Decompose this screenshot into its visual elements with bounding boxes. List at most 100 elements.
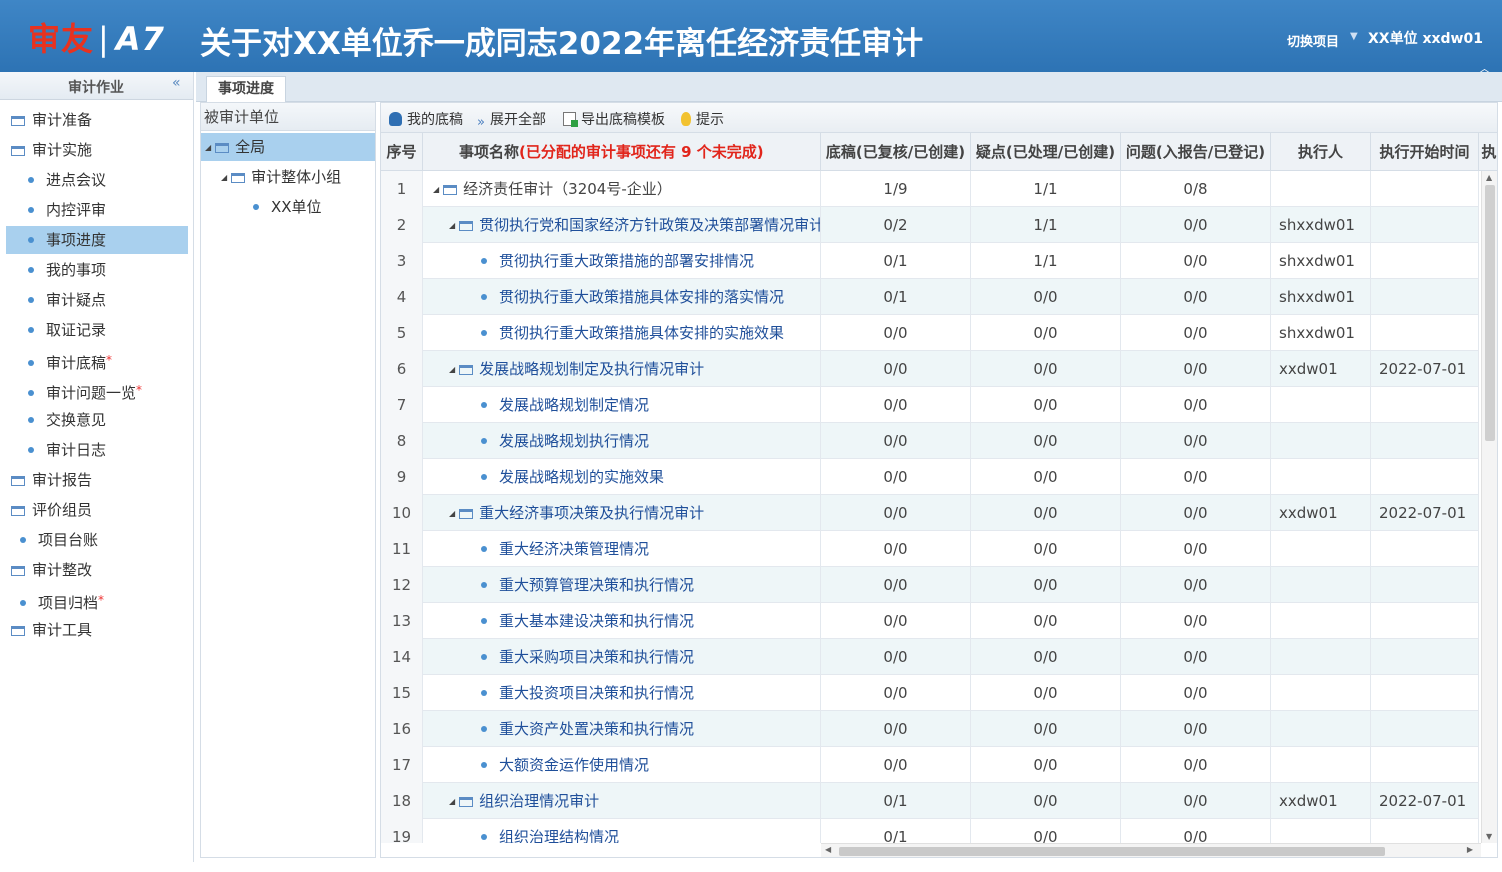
hint-button[interactable]: 提示	[681, 109, 724, 129]
drafts-count: 0/1	[821, 243, 971, 279]
executor-cell	[1271, 531, 1371, 567]
table-row[interactable]: 9 发展战略规划的实施效果 0/0 0/0 0/0	[381, 459, 1479, 495]
nav-item[interactable]: 评价组员	[6, 496, 188, 524]
expand-triangle-icon[interactable]: ◢	[433, 185, 439, 194]
item-name-link[interactable]: 贯彻执行重大政策措施具体安排的落实情况	[499, 288, 784, 306]
tree-node-all[interactable]: ◢ 全局	[201, 133, 375, 161]
col-header-executor[interactable]: 执行人	[1271, 133, 1371, 171]
nav-item[interactable]: 审计准备	[6, 106, 188, 134]
item-name-link[interactable]: 发展战略规划的实施效果	[499, 468, 664, 486]
col-header-name[interactable]: 事项名称(已分配的审计事项还有 9 个未完成)	[423, 133, 821, 171]
tree-node-audit-group[interactable]: ◢ 审计整体小组	[221, 163, 341, 191]
horizontal-scrollbar[interactable]: ◀ ▶	[821, 843, 1481, 857]
nav-item[interactable]: 审计疑点	[6, 286, 188, 314]
nav-item[interactable]: 进点会议	[6, 166, 188, 194]
item-name-link[interactable]: 贯彻执行重大政策措施具体安排的实施效果	[499, 324, 784, 342]
nav-item[interactable]: 我的事项	[6, 256, 188, 284]
expand-triangle-icon[interactable]: ◢	[205, 143, 211, 152]
table-row[interactable]: 3 贯彻执行重大政策措施的部署安排情况 0/1 1/1 0/0 shxxdw01	[381, 243, 1479, 279]
expand-triangle-icon[interactable]: ◢	[449, 365, 455, 374]
col-header-drafts[interactable]: 底稿(已复核/已创建)	[821, 133, 971, 171]
item-name-link[interactable]: 重大经济事项决策及执行情况审计	[479, 504, 704, 522]
scroll-thumb[interactable]	[839, 847, 1385, 856]
scroll-up-icon[interactable]: ▲	[1486, 173, 1492, 182]
item-name-link[interactable]: 重大预算管理决策和执行情况	[499, 576, 694, 594]
expand-triangle-icon[interactable]: ◢	[449, 797, 455, 806]
scroll-right-icon[interactable]: ▶	[1467, 845, 1473, 854]
item-name-link[interactable]: 重大经济决策管理情况	[499, 540, 649, 558]
tab-item-progress[interactable]: 事项进度	[206, 76, 286, 103]
item-name-link[interactable]: 组织治理结构情况	[499, 828, 619, 843]
item-name-link[interactable]: 发展战略规划制定情况	[499, 396, 649, 414]
table-row[interactable]: 1 ◢ 经济责任审计（3204号-企业） 1/9 1/1 0/8	[381, 171, 1479, 207]
col-header-extra[interactable]: 执	[1479, 133, 1497, 171]
current-user[interactable]: XX单位 xxdw01	[1368, 28, 1483, 48]
nav-item[interactable]: 审计实施	[6, 136, 188, 164]
table-row[interactable]: 18 ◢ 组织治理情况审计 0/1 0/0 0/0 xxdw01 2022-07-01	[381, 783, 1479, 819]
nav-item[interactable]: 取证记录	[6, 316, 188, 344]
item-name-cell: 贯彻执行重大政策措施具体安排的落实情况	[423, 279, 821, 315]
chevron-down-icon[interactable]: ▼	[1350, 31, 1358, 42]
item-name-link[interactable]: 贯彻执行党和国家经济方针政策及决策部署情况审计	[479, 216, 820, 234]
table-row[interactable]: 17 大额资金运作使用情况 0/0 0/0 0/0	[381, 747, 1479, 783]
item-name-link[interactable]: 大额资金运作使用情况	[499, 756, 649, 774]
table-row[interactable]: 12 重大预算管理决策和执行情况 0/0 0/0 0/0	[381, 567, 1479, 603]
item-name-link[interactable]: 贯彻执行重大政策措施的部署安排情况	[499, 252, 754, 270]
nav-item[interactable]: 审计工具	[6, 616, 188, 644]
table-row[interactable]: 11 重大经济决策管理情况 0/0 0/0 0/0	[381, 531, 1479, 567]
export-template-button[interactable]: 导出底稿模板	[563, 109, 665, 129]
nav-item[interactable]: 事项进度	[6, 226, 188, 254]
col-header-no[interactable]: 序号	[381, 133, 423, 171]
col-header-doubts[interactable]: 疑点(已处理/已创建)	[971, 133, 1121, 171]
nav-item[interactable]: 审计问题一览*	[6, 376, 188, 404]
table-row[interactable]: 14 重大采购项目决策和执行情况 0/0 0/0 0/0	[381, 639, 1479, 675]
table-row[interactable]: 16 重大资产处置决策和执行情况 0/0 0/0 0/0	[381, 711, 1479, 747]
table-row[interactable]: 15 重大投资项目决策和执行情况 0/0 0/0 0/0	[381, 675, 1479, 711]
hint-label: 提示	[696, 112, 724, 128]
scroll-down-icon[interactable]: ▼	[1486, 832, 1492, 841]
scroll-left-icon[interactable]: ◀	[825, 845, 831, 854]
expand-all-button[interactable]: » 展开全部	[477, 109, 546, 130]
item-name-link[interactable]: 重大基本建设决策和执行情况	[499, 612, 694, 630]
table-row[interactable]: 4 贯彻执行重大政策措施具体安排的落实情况 0/1 0/0 0/0 shxxdw01	[381, 279, 1479, 315]
nav-item[interactable]: 审计报告	[6, 466, 188, 494]
scroll-thumb[interactable]	[1485, 185, 1495, 441]
item-name-link[interactable]: 发展战略规划执行情况	[499, 432, 649, 450]
collapse-sidebar-icon[interactable]: «	[172, 75, 181, 91]
nav-item[interactable]: 交换意见	[6, 406, 188, 434]
drafts-count: 0/0	[821, 567, 971, 603]
nav-item[interactable]: 项目归档*	[6, 586, 188, 614]
item-name-link[interactable]: 重大资产处置决策和执行情况	[499, 720, 694, 738]
table-row[interactable]: 2 ◢ 贯彻执行党和国家经济方针政策及决策部署情况审计 0/2 1/1 0/0 shxxdw…	[381, 207, 1479, 243]
vertical-scrollbar[interactable]: ▲ ▼	[1481, 171, 1497, 843]
nav-item[interactable]: 审计整改	[6, 556, 188, 584]
table-row[interactable]: 19 组织治理结构情况 0/1 0/0 0/0	[381, 819, 1479, 843]
expand-triangle-icon[interactable]: ◢	[221, 173, 227, 182]
table-row[interactable]: 5 贯彻执行重大政策措施具体安排的实施效果 0/0 0/0 0/0 shxxdw01	[381, 315, 1479, 351]
nav-item[interactable]: 审计日志	[6, 436, 188, 464]
nav-item[interactable]: 内控评审	[6, 196, 188, 224]
table-row[interactable]: 6 ◢ 发展战略规划制定及执行情况审计 0/0 0/0 0/0 xxdw01 2022-07-…	[381, 351, 1479, 387]
nav-item[interactable]: 审计底稿*	[6, 346, 188, 374]
issues-count: 0/0	[1121, 243, 1271, 279]
executor-cell: xxdw01	[1271, 783, 1371, 819]
expand-triangle-icon[interactable]: ◢	[449, 509, 455, 518]
expand-triangle-icon[interactable]: ◢	[449, 221, 455, 230]
item-name-link[interactable]: 重大投资项目决策和执行情况	[499, 684, 694, 702]
switch-project-button[interactable]: 切换项目	[1287, 31, 1339, 50]
table-row[interactable]: 13 重大基本建设决策和执行情况 0/0 0/0 0/0	[381, 603, 1479, 639]
item-name-link[interactable]: 发展战略规划制定及执行情况审计	[479, 360, 704, 378]
table-row[interactable]: 7 发展战略规划制定情况 0/0 0/0 0/0	[381, 387, 1479, 423]
collapse-header-icon[interactable]: ︿	[1479, 60, 1490, 72]
my-drafts-button[interactable]: 我的底稿	[389, 109, 463, 129]
table-row[interactable]: 8 发展战略规划执行情况 0/0 0/0 0/0	[381, 423, 1479, 459]
col-header-issues[interactable]: 问题(入报告/已登记)	[1121, 133, 1271, 171]
table-row[interactable]: 10 ◢ 重大经济事项决策及执行情况审计 0/0 0/0 0/0 xxdw01 2022-07…	[381, 495, 1479, 531]
tree-node-xx-unit[interactable]: XX单位	[253, 193, 322, 221]
item-name-link[interactable]: 重大采购项目决策和执行情况	[499, 648, 694, 666]
nav-item[interactable]: 项目台账	[6, 526, 188, 554]
start-time-cell	[1371, 567, 1479, 603]
item-name-link[interactable]: 组织治理情况审计	[479, 792, 599, 810]
nav-item-label: 事项进度	[46, 231, 107, 249]
col-header-start-time[interactable]: 执行开始时间	[1371, 133, 1479, 171]
